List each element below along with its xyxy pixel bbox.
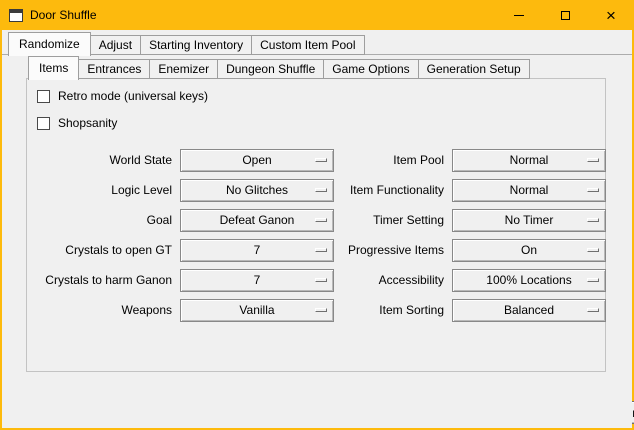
accessibility-label: Accessibility — [342, 273, 444, 287]
dropdown-indicator-icon — [587, 188, 599, 192]
crystals-open-gt-label: Crystals to open GT — [31, 243, 172, 257]
tab-game-options[interactable]: Game Options — [323, 59, 418, 79]
tab-custom-item-pool[interactable]: Custom Item Pool — [251, 35, 364, 55]
world-state-label: World State — [31, 153, 172, 167]
goal-label: Goal — [31, 213, 172, 227]
weapons-dropdown[interactable]: Vanilla — [180, 299, 334, 322]
inner-tab-bar: Items Entrances Enemizer Dungeon Shuffle… — [28, 56, 529, 79]
client-area: Randomize Adjust Starting Inventory Cust… — [2, 30, 632, 428]
shopsanity-row: Shopsanity — [37, 114, 117, 132]
dropdown-indicator-icon — [315, 308, 327, 312]
dropdown-indicator-icon — [587, 308, 599, 312]
outer-tab-bar: Randomize Adjust Starting Inventory Cust… — [8, 32, 364, 55]
timer-setting-label: Timer Setting — [342, 213, 444, 227]
item-functionality-dropdown[interactable]: Normal — [452, 179, 606, 202]
tab-dungeon-shuffle[interactable]: Dungeon Shuffle — [217, 59, 324, 79]
app-icon[interactable] — [9, 9, 23, 22]
dropdown-indicator-icon — [315, 188, 327, 192]
logic-level-dropdown[interactable]: No Glitches — [180, 179, 334, 202]
item-sorting-label: Item Sorting — [342, 303, 444, 317]
dropdown-indicator-icon — [587, 218, 599, 222]
crystals-harm-ganon-value: 7 — [254, 273, 261, 287]
progressive-items-label: Progressive Items — [342, 243, 444, 257]
accessibility-dropdown[interactable]: 100% Locations — [452, 269, 606, 292]
timer-setting-value: No Timer — [505, 213, 554, 227]
item-pool-label: Item Pool — [342, 153, 444, 167]
item-functionality-value: Normal — [510, 183, 549, 197]
crystals-open-gt-value: 7 — [254, 243, 261, 257]
crystals-open-gt-dropdown[interactable]: 7 — [180, 239, 334, 262]
weapons-label: Weapons — [31, 303, 172, 317]
dropdown-indicator-icon — [587, 248, 599, 252]
logic-level-value: No Glitches — [226, 183, 288, 197]
retro-mode-row: Retro mode (universal keys) — [37, 87, 208, 105]
goal-value: Defeat Ganon — [220, 213, 295, 227]
crystals-harm-ganon-dropdown[interactable]: 7 — [180, 269, 334, 292]
maximize-icon — [561, 11, 570, 20]
retro-mode-label: Retro mode (universal keys) — [58, 89, 208, 103]
shopsanity-label: Shopsanity — [58, 116, 117, 130]
close-icon: × — [606, 7, 616, 24]
item-sorting-dropdown[interactable]: Balanced — [452, 299, 606, 322]
dropdown-indicator-icon — [315, 248, 327, 252]
minimize-icon — [514, 15, 524, 16]
tab-generation-setup[interactable]: Generation Setup — [418, 59, 530, 79]
tab-randomize[interactable]: Randomize — [8, 32, 91, 56]
dropdown-indicator-icon — [315, 158, 327, 162]
minimize-button[interactable] — [496, 0, 542, 30]
tab-enemizer[interactable]: Enemizer — [149, 59, 218, 79]
options-grid: World State Open Item Pool Normal Logic … — [31, 145, 606, 325]
item-functionality-label: Item Functionality — [342, 183, 444, 197]
item-pool-dropdown[interactable]: Normal — [452, 149, 606, 172]
inner-notebook: Items Entrances Enemizer Dungeon Shuffle… — [26, 56, 606, 372]
dropdown-indicator-icon — [587, 158, 599, 162]
close-button[interactable]: × — [588, 0, 634, 30]
progressive-items-value: On — [521, 243, 537, 257]
accessibility-value: 100% Locations — [486, 273, 571, 287]
titlebar[interactable]: Door Shuffle × — [0, 0, 634, 30]
window-title: Door Shuffle — [30, 8, 97, 22]
window-controls: × — [496, 0, 634, 30]
door-shuffle-window: Door Shuffle × Randomize Adjust Starting… — [0, 0, 634, 430]
dropdown-indicator-icon — [587, 278, 599, 282]
crystals-harm-ganon-label: Crystals to harm Ganon — [31, 273, 172, 287]
logic-level-label: Logic Level — [31, 183, 172, 197]
tab-items[interactable]: Items — [28, 56, 79, 80]
goal-dropdown[interactable]: Defeat Ganon — [180, 209, 334, 232]
world-state-dropdown[interactable]: Open — [180, 149, 334, 172]
timer-setting-dropdown[interactable]: No Timer — [452, 209, 606, 232]
tab-adjust[interactable]: Adjust — [90, 35, 141, 55]
weapons-value: Vanilla — [239, 303, 274, 317]
dropdown-indicator-icon — [315, 278, 327, 282]
item-sorting-value: Balanced — [504, 303, 554, 317]
world-state-value: Open — [242, 153, 271, 167]
dropdown-indicator-icon — [315, 218, 327, 222]
shopsanity-checkbox[interactable] — [37, 117, 50, 130]
progressive-items-dropdown[interactable]: On — [452, 239, 606, 262]
tab-entrances[interactable]: Entrances — [78, 59, 150, 79]
retro-mode-checkbox[interactable] — [37, 90, 50, 103]
items-pane: Retro mode (universal keys) Shopsanity W… — [26, 78, 606, 372]
tab-starting-inventory[interactable]: Starting Inventory — [140, 35, 252, 55]
item-pool-value: Normal — [510, 153, 549, 167]
maximize-button[interactable] — [542, 0, 588, 30]
